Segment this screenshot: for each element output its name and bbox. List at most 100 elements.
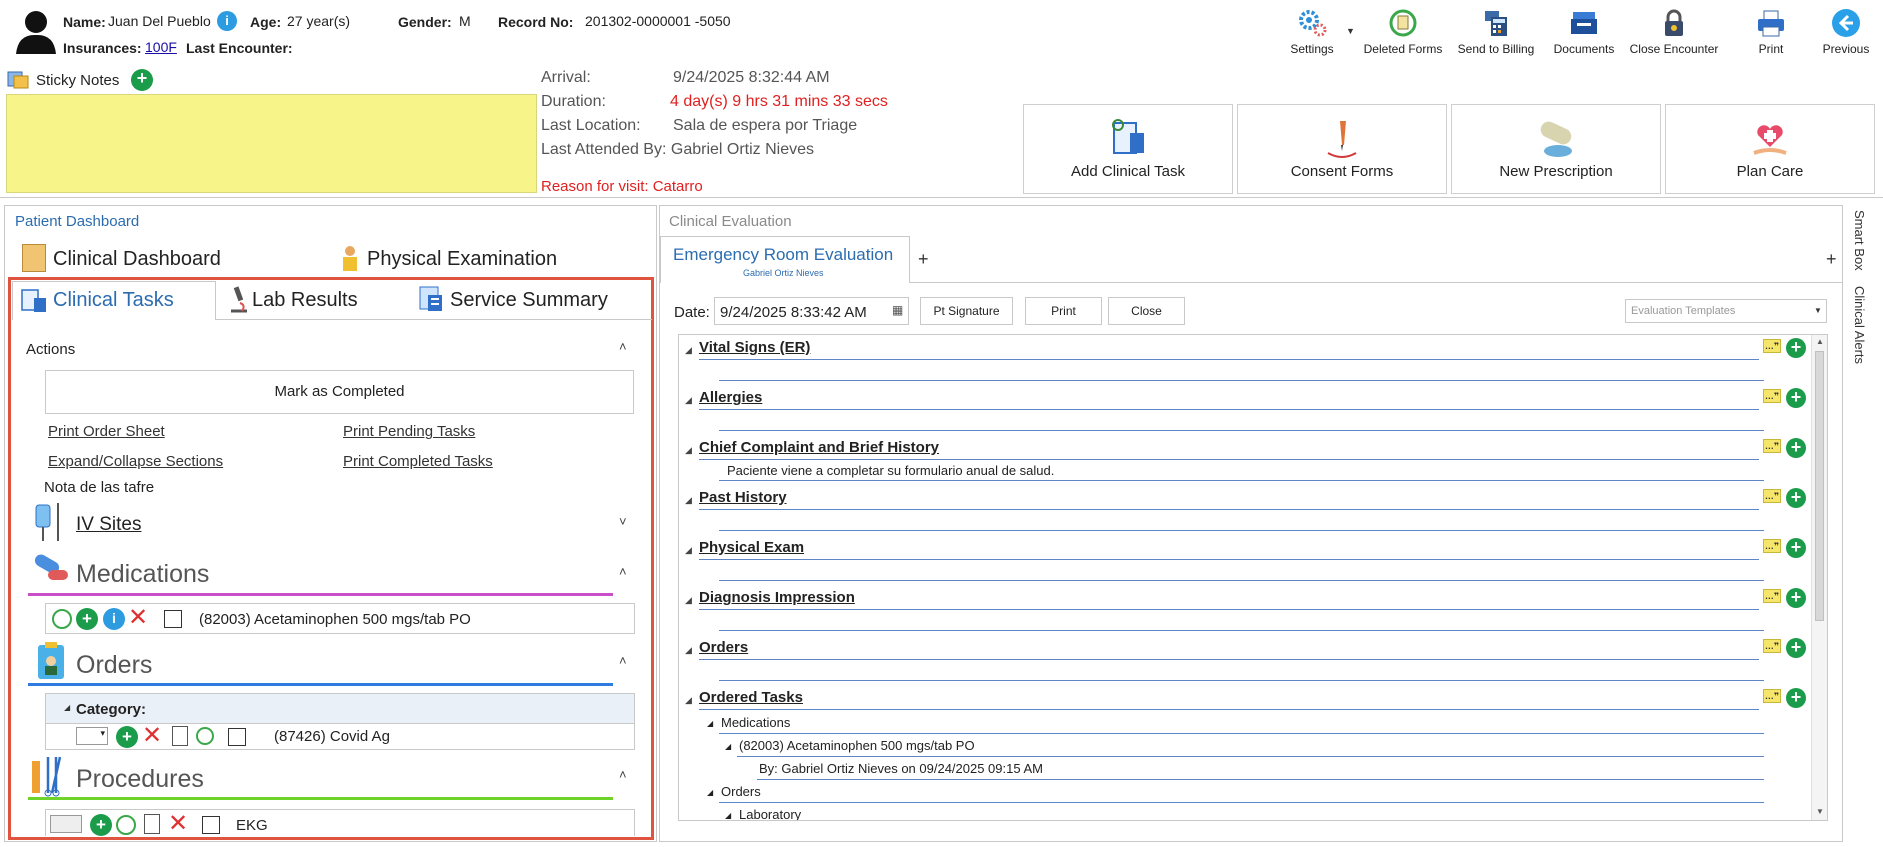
add-icon[interactable]: + <box>90 814 112 836</box>
note-icon[interactable]: …❞ <box>1763 439 1781 453</box>
medication-checkbox[interactable] <box>164 610 182 628</box>
add-icon[interactable]: + <box>76 608 98 630</box>
order-row[interactable]: ▾ + ✕ (87426) Covid Ag <box>45 724 635 750</box>
section-orders[interactable]: ◢ Orders …❞ + <box>679 635 1809 685</box>
section-diagnosis-impression[interactable]: ◢ Diagnosis Impression …❞ + <box>679 585 1809 635</box>
add-clinical-task-tile[interactable]: Add Clinical Task <box>1023 104 1233 194</box>
add-tab-icon[interactable]: + <box>918 249 929 270</box>
section-allergies[interactable]: ◢ Allergies …❞ + <box>679 385 1809 435</box>
collapse-triangle-icon[interactable]: ◢ <box>707 788 713 797</box>
scroll-down-icon[interactable]: ▼ <box>1816 807 1824 816</box>
add-icon[interactable]: + <box>1786 438 1806 458</box>
evaluation-templates-select[interactable]: Evaluation Templates ▼ <box>1625 299 1827 323</box>
chevron-down-icon[interactable]: ▼ <box>1346 26 1355 36</box>
sticky-notes-area[interactable] <box>6 94 537 193</box>
order-checkbox[interactable] <box>228 728 246 746</box>
section-ordered-tasks[interactable]: ◢ Ordered Tasks …❞ + ◢ Medications ◢ (82… <box>679 685 1809 820</box>
section-title[interactable]: Past History <box>699 489 787 506</box>
type-dropdown[interactable]: ▾ <box>76 727 108 745</box>
note-icon[interactable]: …❞ <box>1763 689 1781 703</box>
refresh-icon[interactable] <box>52 609 72 629</box>
note-icon[interactable]: …❞ <box>1763 489 1781 503</box>
print-order-sheet-link[interactable]: Print Order Sheet <box>48 423 165 440</box>
note-icon[interactable]: …❞ <box>1763 389 1781 403</box>
section-vital-signs[interactable]: ◢ Vital Signs (ER) …❞ + <box>679 335 1809 385</box>
add-icon[interactable]: + <box>1786 588 1806 608</box>
procedure-checkbox[interactable] <box>202 816 220 834</box>
medication-row[interactable]: + i ✕ (82003) Acetaminophen 500 mgs/tab … <box>45 603 635 634</box>
evaluation-print-button[interactable]: Print <box>1025 297 1102 325</box>
deleted-forms-button[interactable]: Deleted Forms <box>1355 6 1451 62</box>
side-tab-smart-box[interactable]: Smart Box <box>1852 210 1867 271</box>
section-title[interactable]: Allergies <box>699 389 762 406</box>
mark-as-completed-button[interactable]: Mark as Completed <box>45 370 634 414</box>
print-completed-tasks-link[interactable]: Print Completed Tasks <box>343 453 493 470</box>
subtab-lab-results[interactable]: Lab Results <box>252 289 358 312</box>
type-dropdown[interactable] <box>50 815 82 833</box>
delete-icon[interactable]: ✕ <box>128 606 148 630</box>
documents-button[interactable]: Documents <box>1536 6 1632 62</box>
note-icon[interactable]: …❞ <box>1763 339 1781 353</box>
scrollbar-thumb[interactable] <box>1815 351 1824 621</box>
delete-icon[interactable]: ✕ <box>142 724 162 748</box>
vertical-scrollbar[interactable]: ▲ ▼ <box>1811 335 1827 820</box>
section-physical-exam[interactable]: ◢ Physical Exam …❞ + <box>679 535 1809 585</box>
note-icon[interactable]: …❞ <box>1763 589 1781 603</box>
info-icon[interactable]: i <box>103 608 125 630</box>
collapse-triangle-icon[interactable]: ◢ <box>707 719 713 728</box>
collapse-triangle-icon[interactable]: ◢ <box>685 445 692 456</box>
plan-care-tile[interactable]: Plan Care <box>1665 104 1875 194</box>
print-pending-tasks-link[interactable]: Print Pending Tasks <box>343 423 475 440</box>
expand-collapse-link[interactable]: Expand/Collapse Sections <box>48 453 223 470</box>
chevron-down-icon[interactable]: ˅ <box>619 514 627 529</box>
section-title[interactable]: Physical Exam <box>699 539 804 556</box>
collapse-triangle-icon[interactable]: ◢ <box>725 742 731 751</box>
subtab-service-summary[interactable]: Service Summary <box>450 289 608 312</box>
alarm-icon[interactable] <box>116 815 136 835</box>
add-icon[interactable]: + <box>1786 338 1806 358</box>
add-icon[interactable]: + <box>1786 688 1806 708</box>
add-tab-right-icon[interactable]: + <box>1826 249 1837 270</box>
insurance-link[interactable]: 100F <box>145 39 177 55</box>
section-title[interactable]: Diagnosis Impression <box>699 589 855 606</box>
collapse-triangle-icon[interactable]: ◢ <box>725 811 731 820</box>
note-icon[interactable]: …❞ <box>1763 539 1781 553</box>
section-title[interactable]: Orders <box>699 639 748 656</box>
add-icon[interactable]: + <box>1786 488 1806 508</box>
section-title[interactable]: Vital Signs (ER) <box>699 339 810 356</box>
chevron-up-icon[interactable]: ˄ <box>619 564 627 579</box>
tab-clinical-dashboard[interactable]: Clinical Dashboard <box>53 248 221 271</box>
document-add-icon[interactable] <box>172 726 188 746</box>
subtab-clinical-tasks[interactable]: Clinical Tasks <box>53 289 174 312</box>
close-encounter-button[interactable]: Close Encounter <box>1626 6 1722 62</box>
add-icon[interactable]: + <box>1786 388 1806 408</box>
collapse-triangle-icon[interactable]: ◢ <box>685 395 692 406</box>
section-chief-complaint[interactable]: ◢ Chief Complaint and Brief History Paci… <box>679 435 1809 485</box>
collapse-triangle-icon[interactable]: ◢ <box>685 495 692 506</box>
note-icon[interactable]: …❞ <box>1763 639 1781 653</box>
info-icon[interactable]: i <box>217 11 237 31</box>
collapse-triangle-icon[interactable]: ◢ <box>685 695 692 706</box>
delete-icon[interactable]: ✕ <box>168 812 188 836</box>
new-prescription-tile[interactable]: New Prescription <box>1451 104 1661 194</box>
send-to-billing-button[interactable]: Send to Billing <box>1448 6 1544 62</box>
chevron-up-icon[interactable]: ˄ <box>619 767 627 782</box>
section-past-history[interactable]: ◢ Past History …❞ + <box>679 485 1809 535</box>
add-icon[interactable]: + <box>116 726 138 748</box>
scroll-up-icon[interactable]: ▲ <box>1816 337 1824 346</box>
evaluation-close-button[interactable]: Close <box>1108 297 1185 325</box>
chevron-up-icon[interactable]: ˄ <box>619 339 627 354</box>
add-icon[interactable]: + <box>1786 538 1806 558</box>
collapse-triangle-icon[interactable]: ◢ <box>685 595 692 606</box>
add-icon[interactable]: + <box>1786 638 1806 658</box>
consent-forms-tile[interactable]: Consent Forms <box>1237 104 1447 194</box>
tab-physical-examination[interactable]: Physical Examination <box>367 248 557 271</box>
add-sticky-note-button[interactable]: + <box>131 69 153 91</box>
date-input[interactable]: 9/24/2025 8:33:42 AM ▦ <box>714 297 909 325</box>
previous-button[interactable]: Previous <box>1801 6 1883 62</box>
collapse-triangle-icon[interactable]: ◢ <box>685 645 692 656</box>
section-title[interactable]: Chief Complaint and Brief History <box>699 439 939 456</box>
tab-emergency-room-evaluation[interactable]: Emergency Room Evaluation Gabriel Ortiz … <box>660 236 910 283</box>
refresh-icon[interactable] <box>196 727 214 745</box>
pt-signature-button[interactable]: Pt Signature <box>920 297 1013 325</box>
